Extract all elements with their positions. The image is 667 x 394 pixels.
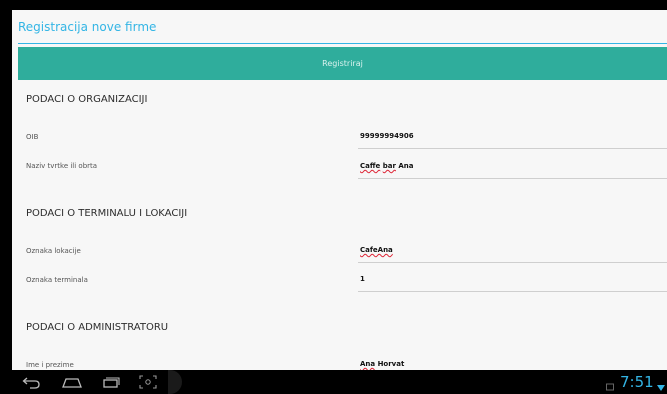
terminal-value: 1 xyxy=(360,275,365,283)
registration-form: Registracija nove firme Registriraj PODA… xyxy=(12,10,667,370)
company-name-label: Naziv tvrtke ili obrta xyxy=(26,162,98,170)
keyboard-status-icon xyxy=(606,377,614,391)
full-name-field[interactable]: Ana Horvat xyxy=(358,355,667,370)
section-header-terminal: PODACI O TERMINALU I LOKACIJI xyxy=(26,208,188,219)
terminal-field[interactable]: 1 xyxy=(358,270,667,292)
company-name-word-1: Caffe xyxy=(360,162,381,170)
terminal-label: Oznaka terminala xyxy=(26,276,88,284)
location-field[interactable]: CafeAna xyxy=(358,241,667,263)
status-clock: 7:51 xyxy=(620,373,654,391)
location-label: Oznaka lokacije xyxy=(26,247,81,255)
title-bar: Registracija nove firme xyxy=(12,10,667,44)
nav-bar-edge xyxy=(168,370,182,394)
full-name-first: Ana xyxy=(360,360,376,368)
full-name-value: Ana Horvat xyxy=(360,360,404,368)
section-header-administrator: PODACI O ADMINISTRATORU xyxy=(26,322,169,333)
wifi-icon xyxy=(657,377,665,391)
screenshot-icon[interactable] xyxy=(138,374,158,390)
location-value-text: CafeAna xyxy=(360,246,393,254)
register-button[interactable]: Registriraj xyxy=(18,47,667,80)
company-name-field[interactable]: Caffe bar Ana xyxy=(358,157,667,179)
oib-value: 99999994906 xyxy=(360,132,414,140)
company-name-value: Caffe bar Ana xyxy=(360,162,413,170)
title-divider xyxy=(18,43,667,44)
oib-label: OIB xyxy=(26,133,39,141)
section-header-organization: PODACI O ORGANIZACIJI xyxy=(26,94,148,105)
oib-field[interactable]: 99999994906 xyxy=(358,127,667,149)
company-name-word-3: Ana xyxy=(398,162,414,170)
full-name-last: Horvat xyxy=(377,360,405,368)
back-icon[interactable] xyxy=(22,374,42,390)
company-name-word-2: bar xyxy=(382,162,396,170)
page-title: Registracija nove firme xyxy=(18,20,157,34)
system-navigation-bar: 7:51 xyxy=(0,370,667,394)
location-value: CafeAna xyxy=(360,246,393,254)
device-screen: Registracija nove firme Registriraj PODA… xyxy=(0,0,667,394)
home-icon[interactable] xyxy=(62,374,82,390)
full-name-label: Ime i prezime xyxy=(26,361,74,369)
recent-apps-icon[interactable] xyxy=(101,374,121,390)
